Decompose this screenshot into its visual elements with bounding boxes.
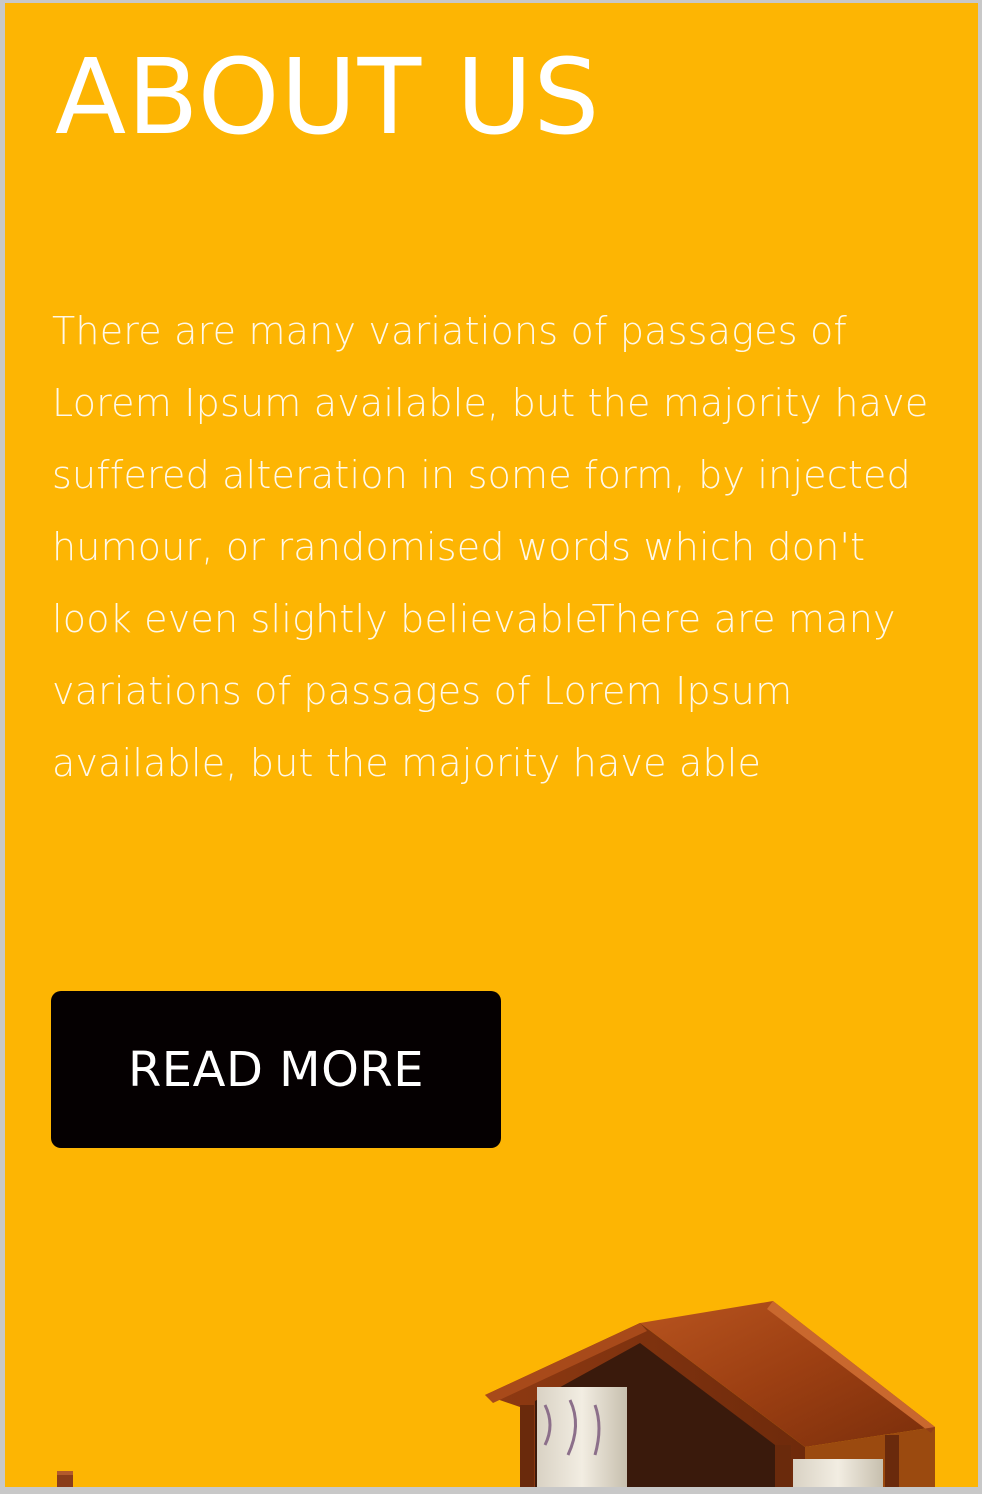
post-image-fragment [57,1471,73,1487]
about-paragraph: There are many variations of passages of… [52,309,929,785]
about-title: ABOUT US [55,36,601,158]
wooden-house-image [485,1301,935,1487]
about-section: ABOUT US There are many variations of pa… [5,3,978,1487]
read-more-button[interactable]: READ MORE [51,991,501,1148]
